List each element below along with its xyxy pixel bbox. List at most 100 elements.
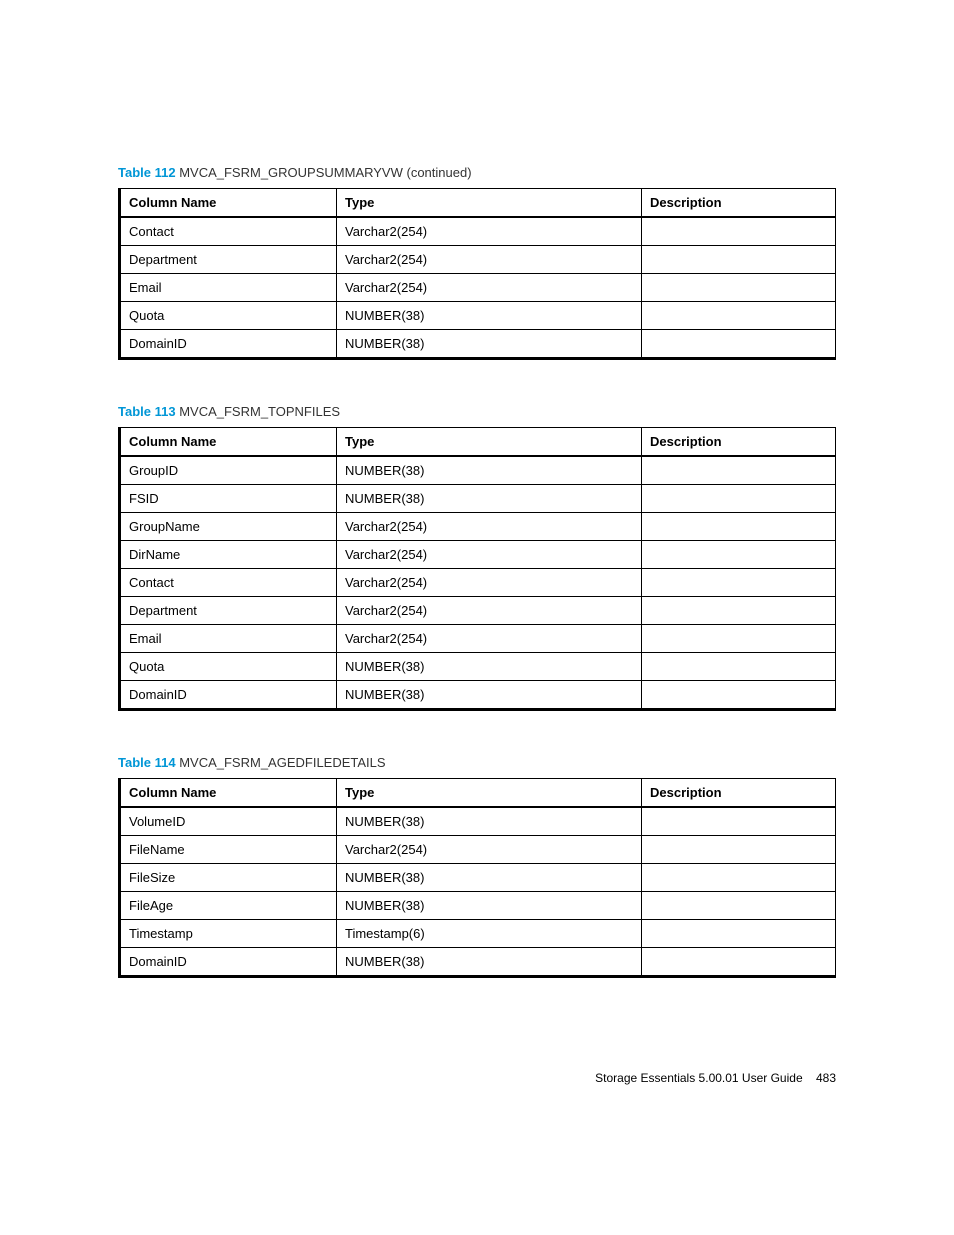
- cell-desc: [642, 330, 836, 359]
- cell-type: NUMBER(38): [337, 681, 642, 710]
- cell-name: DomainID: [120, 330, 337, 359]
- table-row: FSIDNUMBER(38): [120, 485, 836, 513]
- table-114: Column Name Type Description VolumeIDNUM…: [118, 778, 836, 978]
- table-row: FileAgeNUMBER(38): [120, 892, 836, 920]
- table-row: FileNameVarchar2(254): [120, 836, 836, 864]
- cell-desc: [642, 625, 836, 653]
- header-description: Description: [642, 428, 836, 457]
- cell-type: NUMBER(38): [337, 653, 642, 681]
- table-row: VolumeIDNUMBER(38): [120, 807, 836, 836]
- cell-desc: [642, 807, 836, 836]
- page-content: Table 112 MVCA_FSRM_GROUPSUMMARYVW (cont…: [0, 0, 954, 978]
- cell-type: Varchar2(254): [337, 541, 642, 569]
- cell-desc: [642, 513, 836, 541]
- cell-type: NUMBER(38): [337, 485, 642, 513]
- table-row: GroupNameVarchar2(254): [120, 513, 836, 541]
- footer-text: Storage Essentials 5.00.01 User Guide: [595, 1071, 802, 1085]
- table-row: GroupIDNUMBER(38): [120, 456, 836, 485]
- cell-type: Timestamp(6): [337, 920, 642, 948]
- cell-desc: [642, 274, 836, 302]
- cell-type: Varchar2(254): [337, 597, 642, 625]
- table-row: DomainIDNUMBER(38): [120, 330, 836, 359]
- cell-type: NUMBER(38): [337, 892, 642, 920]
- table-113-caption: Table 113 MVCA_FSRM_TOPNFILES: [118, 404, 836, 419]
- cell-name: Department: [120, 246, 337, 274]
- cell-type: NUMBER(38): [337, 456, 642, 485]
- cell-name: FileName: [120, 836, 337, 864]
- table-112-caption: Table 112 MVCA_FSRM_GROUPSUMMARYVW (cont…: [118, 165, 836, 180]
- cell-type: NUMBER(38): [337, 864, 642, 892]
- table-header-row: Column Name Type Description: [120, 189, 836, 218]
- header-description: Description: [642, 779, 836, 808]
- cell-name: VolumeID: [120, 807, 337, 836]
- cell-type: NUMBER(38): [337, 302, 642, 330]
- cell-name: Email: [120, 274, 337, 302]
- cell-desc: [642, 569, 836, 597]
- cell-name: GroupName: [120, 513, 337, 541]
- cell-name: Email: [120, 625, 337, 653]
- cell-desc: [642, 653, 836, 681]
- cell-desc: [642, 485, 836, 513]
- cell-type: Varchar2(254): [337, 625, 642, 653]
- page-footer: Storage Essentials 5.00.01 User Guide 48…: [595, 1071, 836, 1085]
- cell-name: Timestamp: [120, 920, 337, 948]
- table-row: DepartmentVarchar2(254): [120, 597, 836, 625]
- header-type: Type: [337, 189, 642, 218]
- table-row: DepartmentVarchar2(254): [120, 246, 836, 274]
- cell-name: FSID: [120, 485, 337, 513]
- cell-type: NUMBER(38): [337, 330, 642, 359]
- table-113: Column Name Type Description GroupIDNUMB…: [118, 427, 836, 711]
- cell-type: Varchar2(254): [337, 217, 642, 246]
- header-type: Type: [337, 428, 642, 457]
- table-title: MVCA_FSRM_AGEDFILEDETAILS: [179, 755, 385, 770]
- cell-name: Quota: [120, 302, 337, 330]
- table-114-caption: Table 114 MVCA_FSRM_AGEDFILEDETAILS: [118, 755, 836, 770]
- cell-name: FileAge: [120, 892, 337, 920]
- cell-desc: [642, 892, 836, 920]
- table-row: DirNameVarchar2(254): [120, 541, 836, 569]
- table-row: EmailVarchar2(254): [120, 274, 836, 302]
- table-row: ContactVarchar2(254): [120, 217, 836, 246]
- cell-name: DomainID: [120, 681, 337, 710]
- cell-name: Quota: [120, 653, 337, 681]
- table-row: EmailVarchar2(254): [120, 625, 836, 653]
- cell-type: Varchar2(254): [337, 569, 642, 597]
- cell-desc: [642, 836, 836, 864]
- header-column-name: Column Name: [120, 779, 337, 808]
- cell-type: Varchar2(254): [337, 513, 642, 541]
- cell-desc: [642, 302, 836, 330]
- table-title: MVCA_FSRM_TOPNFILES: [179, 404, 340, 419]
- page-number: 483: [816, 1071, 836, 1085]
- cell-desc: [642, 541, 836, 569]
- cell-name: Contact: [120, 217, 337, 246]
- cell-desc: [642, 920, 836, 948]
- cell-desc: [642, 948, 836, 977]
- cell-name: GroupID: [120, 456, 337, 485]
- cell-type: Varchar2(254): [337, 246, 642, 274]
- cell-desc: [642, 246, 836, 274]
- table-row: TimestampTimestamp(6): [120, 920, 836, 948]
- table-row: DomainIDNUMBER(38): [120, 681, 836, 710]
- cell-type: NUMBER(38): [337, 948, 642, 977]
- table-row: ContactVarchar2(254): [120, 569, 836, 597]
- table-row: DomainIDNUMBER(38): [120, 948, 836, 977]
- cell-type: NUMBER(38): [337, 807, 642, 836]
- cell-name: FileSize: [120, 864, 337, 892]
- cell-desc: [642, 597, 836, 625]
- header-type: Type: [337, 779, 642, 808]
- header-description: Description: [642, 189, 836, 218]
- cell-type: Varchar2(254): [337, 274, 642, 302]
- cell-name: DomainID: [120, 948, 337, 977]
- cell-type: Varchar2(254): [337, 836, 642, 864]
- table-number: Table 113: [118, 404, 176, 419]
- table-row: FileSizeNUMBER(38): [120, 864, 836, 892]
- cell-desc: [642, 681, 836, 710]
- table-number: Table 112: [118, 165, 176, 180]
- table-title: MVCA_FSRM_GROUPSUMMARYVW (continued): [179, 165, 471, 180]
- cell-name: Department: [120, 597, 337, 625]
- table-header-row: Column Name Type Description: [120, 779, 836, 808]
- table-row: QuotaNUMBER(38): [120, 302, 836, 330]
- cell-name: DirName: [120, 541, 337, 569]
- table-header-row: Column Name Type Description: [120, 428, 836, 457]
- cell-desc: [642, 217, 836, 246]
